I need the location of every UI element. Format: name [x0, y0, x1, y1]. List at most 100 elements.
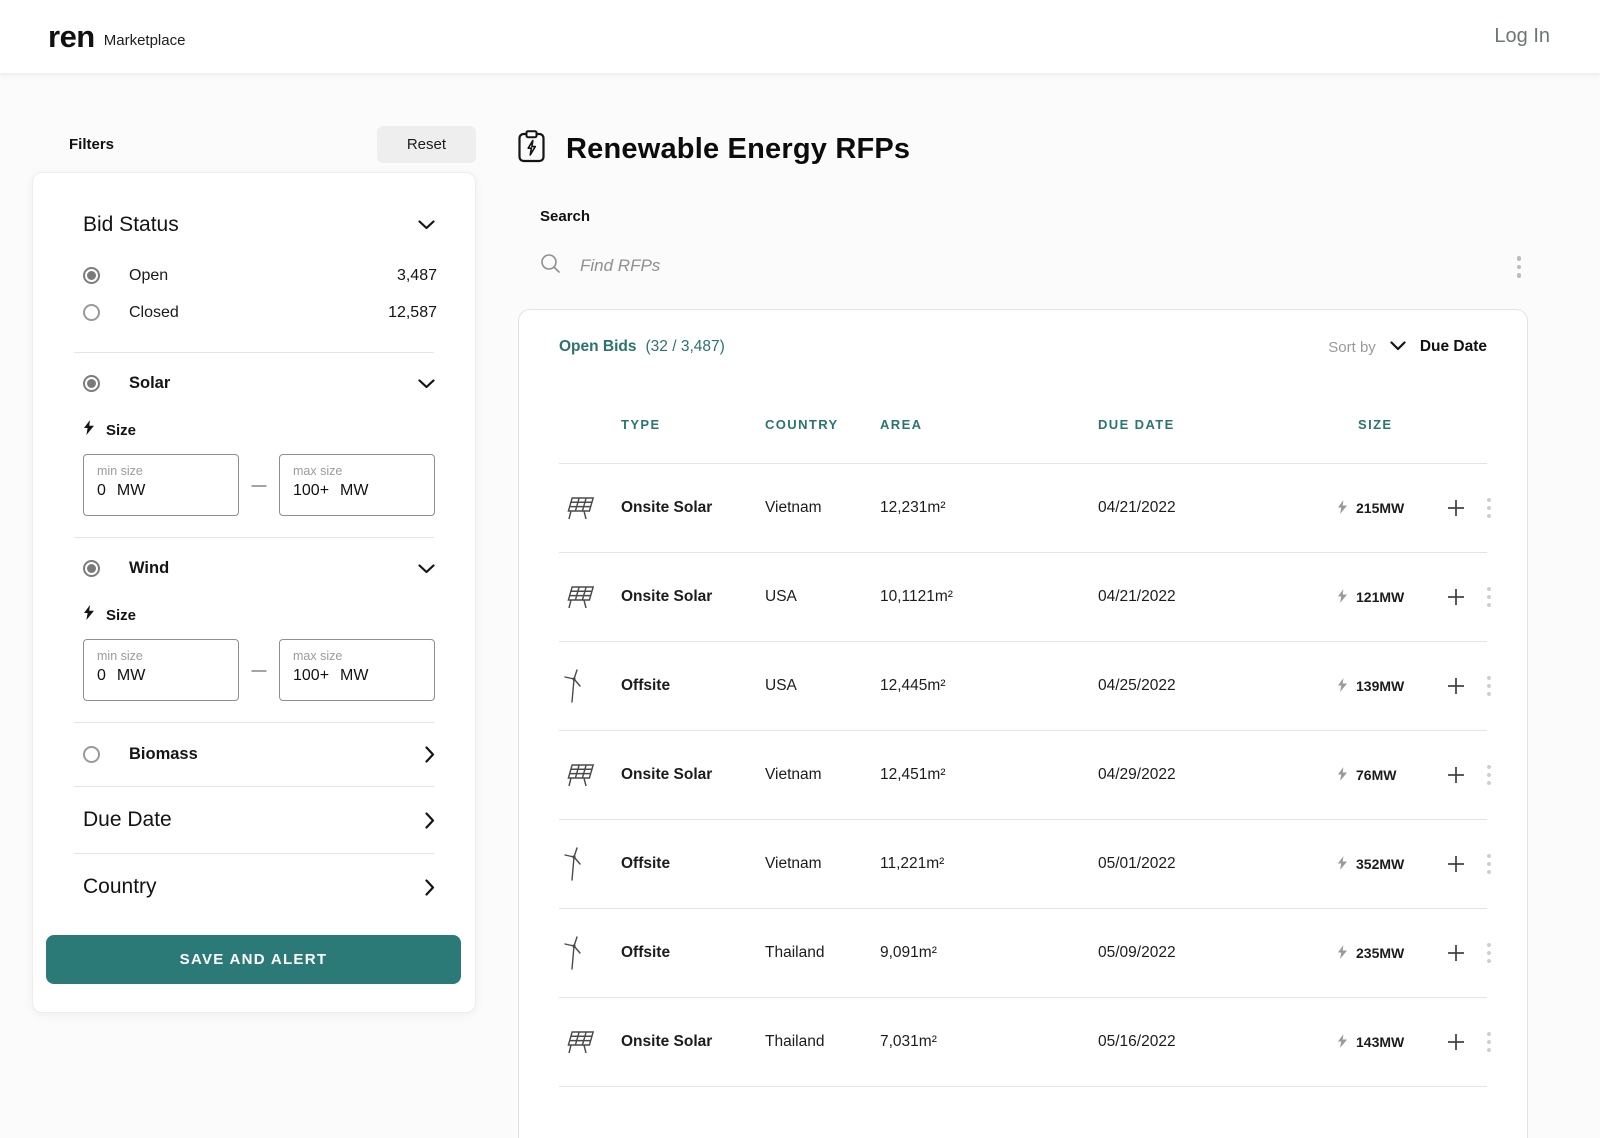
chevron-right-icon[interactable] [423, 744, 437, 765]
rfp-due-date: 04/29/2022 [1098, 766, 1176, 783]
rfp-country: Thailand [765, 944, 825, 961]
max-size-placeholder: max size [293, 464, 343, 478]
rfp-size: 139MW [1337, 677, 1443, 695]
chevron-down-icon[interactable] [416, 562, 437, 576]
biomass-radio[interactable] [83, 746, 100, 763]
add-rfp-button[interactable] [1443, 1029, 1484, 1055]
rfp-size: 76MW [1337, 766, 1443, 784]
lightning-icon [1337, 1033, 1348, 1051]
chevron-down-icon[interactable] [416, 218, 437, 232]
table-row: Offsite Vietnam 11,221m² 05/01/2022 352M… [559, 820, 1491, 909]
rfp-country: USA [765, 588, 797, 605]
chevron-down-icon[interactable] [1390, 338, 1406, 356]
row-menu-icon[interactable] [1484, 940, 1494, 966]
row-menu-icon[interactable] [1484, 762, 1494, 788]
min-size-value: 0 [97, 482, 106, 499]
rfp-area: 12,451m² [880, 766, 946, 783]
search-bar [540, 251, 1528, 281]
divider [74, 722, 434, 723]
min-size-unit: MW [116, 667, 146, 684]
wind-size-header: Size [83, 605, 437, 625]
search-menu-icon[interactable] [1514, 253, 1525, 281]
add-rfp-button[interactable] [1443, 584, 1484, 610]
table-row: Offsite Thailand 9,091m² 05/09/2022 235M… [559, 909, 1491, 998]
brand-logo: ren Marketplace [48, 21, 185, 52]
save-and-alert-button[interactable]: SAVE AND ALERT [46, 935, 461, 984]
open-radio[interactable] [83, 267, 100, 284]
row-menu-icon[interactable] [1484, 851, 1494, 877]
rfp-type: Offsite [621, 855, 671, 872]
country-filter[interactable]: Country [83, 875, 437, 899]
sort-control[interactable]: Sort by Due Date [1328, 338, 1487, 356]
rfp-size: 215MW [1337, 499, 1443, 517]
filters-title: Filters [69, 136, 115, 153]
country-label: Country [83, 875, 157, 898]
max-size-value: 100+ [293, 482, 330, 499]
add-rfp-button[interactable] [1443, 940, 1484, 966]
due-date-filter[interactable]: Due Date [83, 808, 437, 832]
closed-radio[interactable] [83, 304, 100, 321]
closed-label: Closed [129, 303, 179, 321]
solar-max-size-input[interactable]: max size 100+ MW [279, 454, 435, 516]
login-button[interactable]: Log In [1494, 25, 1550, 48]
add-rfp-button[interactable] [1443, 851, 1484, 877]
rfp-country: Vietnam [765, 499, 822, 516]
chevron-down-icon[interactable] [416, 377, 437, 391]
biomass-section: Biomass [83, 744, 437, 765]
table-row: Onsite Solar Vietnam 12,451m² 04/29/2022… [559, 731, 1491, 820]
wind-radio[interactable] [83, 560, 100, 577]
top-bar: ren Marketplace Log In [0, 0, 1600, 73]
due-date-label: Due Date [83, 808, 172, 831]
wind-min-size-input[interactable]: min size 0 MW [83, 639, 239, 701]
row-menu-icon[interactable] [1484, 495, 1494, 521]
table-row: Offsite USA 12,445m² 04/25/2022 139MW [559, 642, 1491, 731]
rfp-area: 12,231m² [880, 499, 946, 516]
sort-by-label: Sort by [1328, 338, 1376, 356]
rfp-area: 7,031m² [880, 1033, 937, 1050]
wind-max-size-input[interactable]: max size 100+ MW [279, 639, 435, 701]
chevron-right-icon[interactable] [423, 877, 437, 898]
filters-header: Filters Reset [32, 126, 476, 163]
rfp-area: 11,221m² [880, 855, 945, 872]
open-bids-count: (32 / 3,487) [645, 338, 725, 355]
row-menu-icon[interactable] [1484, 584, 1494, 610]
add-rfp-button[interactable] [1443, 495, 1484, 521]
range-dash: — [251, 476, 267, 494]
page-header: Renewable Energy RFPs [518, 130, 1528, 168]
biomass-label: Biomass [129, 745, 198, 763]
rfp-type: Onsite Solar [621, 766, 713, 783]
row-menu-icon[interactable] [1484, 1029, 1494, 1055]
rfp-country: Thailand [765, 1033, 825, 1050]
rfp-area: 10,1121m² [880, 588, 953, 605]
wind-label: Wind [129, 559, 170, 577]
column-header-due-date: DUE DATE [1098, 417, 1175, 432]
divider [74, 352, 434, 353]
divider [74, 786, 434, 787]
solar-min-size-input[interactable]: min size 0 MW [83, 454, 239, 516]
wind-size-label: Size [106, 606, 137, 624]
page-title: Renewable Energy RFPs [566, 132, 911, 165]
solar-panel-icon [559, 762, 621, 788]
rfp-size: 121MW [1337, 588, 1443, 606]
search-input[interactable] [580, 256, 1340, 276]
wind-turbine-icon [559, 846, 621, 882]
reset-filters-button[interactable]: Reset [376, 126, 476, 163]
add-rfp-button[interactable] [1443, 762, 1484, 788]
chevron-right-icon[interactable] [423, 810, 437, 831]
rfp-type: Onsite Solar [621, 1033, 713, 1050]
row-menu-icon[interactable] [1484, 673, 1494, 699]
add-rfp-button[interactable] [1443, 673, 1484, 699]
solar-panel-icon [559, 584, 621, 610]
rfp-due-date: 05/01/2022 [1098, 855, 1176, 872]
rfp-due-date: 04/21/2022 [1098, 588, 1176, 605]
open-bids-title: Open Bids [559, 338, 637, 355]
divider [74, 853, 434, 854]
rfp-country: Vietnam [765, 855, 822, 872]
solar-section: Solar [83, 374, 437, 393]
rfp-type: Onsite Solar [621, 499, 713, 516]
table-row: Onsite Solar USA 10,1121m² 04/21/2022 12… [559, 553, 1491, 642]
lightning-icon [1337, 944, 1348, 962]
lightning-icon [83, 420, 95, 440]
rfp-table: TYPE COUNTRY AREA DUE DATE SIZE Onsite S… [559, 386, 1491, 1087]
solar-radio[interactable] [83, 375, 100, 392]
